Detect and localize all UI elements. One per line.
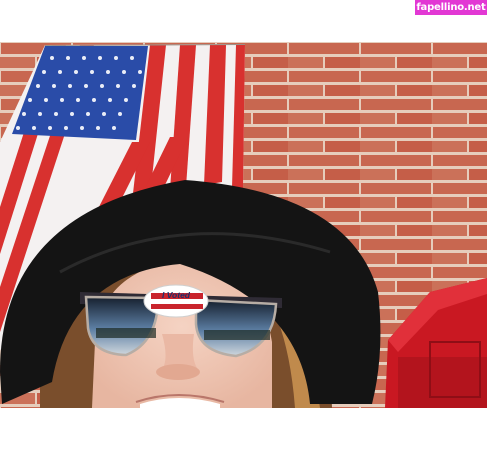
watermark-label: fapellino.net bbox=[415, 0, 487, 15]
sticker-label: I Voted bbox=[161, 290, 191, 300]
selfie-photo bbox=[0, 42, 487, 408]
